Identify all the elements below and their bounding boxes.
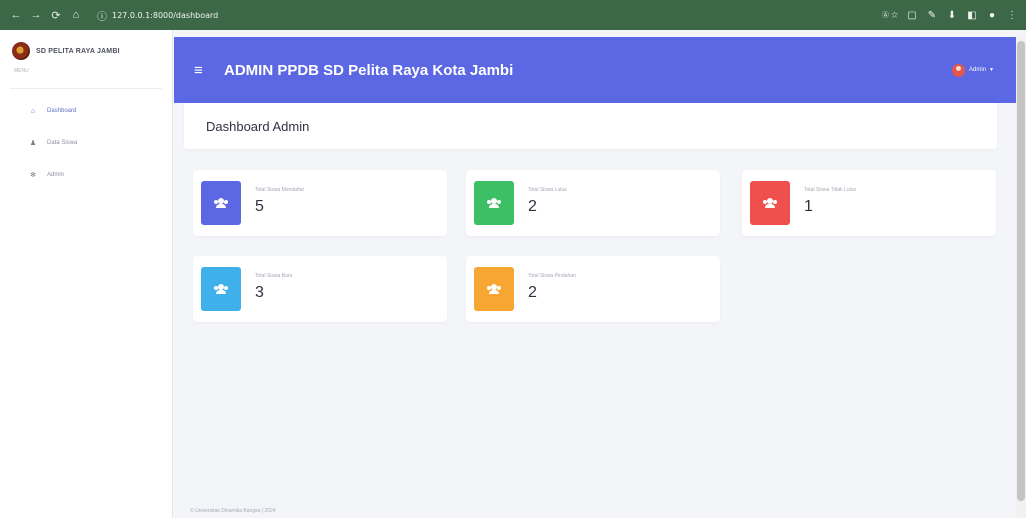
stat-card-total-lulus: Total Siswa Lulus 2 [466, 170, 720, 236]
browser-menu-icon[interactable]: ⋮ [1006, 9, 1018, 21]
users-icon [487, 198, 501, 208]
page-scrollbar[interactable] [1016, 37, 1026, 518]
footer-copyright: © Universitas Dinamika Bangsa | 2024 [190, 508, 276, 514]
download-icon[interactable]: ⬇ [946, 9, 958, 21]
stat-label: Total Siswa Mendaftar [255, 187, 305, 193]
school-logo [12, 42, 30, 60]
user-icon: ♟ [29, 140, 37, 147]
sidebar-brand[interactable]: SD PELITA RAYA JAMBI [0, 30, 172, 60]
stat-icon-box [474, 181, 514, 225]
stat-label: Total Siswa Lulus [528, 187, 567, 193]
users-icon [214, 198, 228, 208]
stat-label: Total Siswa Pindahan [528, 273, 576, 279]
sidebar-item-dashboard[interactable]: ⌂ Dashboard [0, 95, 172, 127]
users-icon [763, 198, 777, 208]
translate-bookmark-icons[interactable]: Ⓐ ☆ [882, 10, 898, 20]
stat-value: 3 [255, 284, 264, 301]
app-title: ADMIN PPDB SD Pelita Raya Kota Jambi [224, 61, 514, 79]
stat-icon-box [474, 267, 514, 311]
stat-value: 5 [255, 198, 264, 215]
chevron-down-icon: ▼ [989, 67, 994, 73]
stat-icon-box [201, 181, 241, 225]
stat-value: 2 [528, 284, 537, 301]
site-info-icon[interactable]: ⓘ [96, 9, 108, 23]
back-icon[interactable]: ← [8, 7, 24, 23]
sidebar-item-label: Data Siswa [47, 140, 78, 146]
forward-icon[interactable]: → [28, 7, 44, 23]
avatar [952, 63, 966, 77]
puzzle-icon[interactable]: ✎ [926, 9, 938, 21]
sidebar-divider [10, 88, 162, 89]
stat-label: Total Siswa Tidak Lulus [804, 187, 856, 193]
sidebar: SD PELITA RAYA JAMBI MENU ⌂ Dashboard ♟ … [0, 30, 173, 518]
home-browser-icon[interactable]: ⌂ [68, 7, 84, 23]
stat-card-total-tidak-lulus: Total Siswa Tidak Lulus 1 [742, 170, 996, 236]
page-header: Dashboard Admin [184, 103, 997, 149]
sidebar-item-label: Dashboard [47, 108, 77, 114]
stat-card-total-mendaftar: Total Siswa Mendaftar 5 [193, 170, 447, 236]
users-icon [214, 284, 228, 294]
sidebar-item-data-siswa[interactable]: ♟ Data Siswa [0, 127, 172, 159]
brand-name: SD PELITA RAYA JAMBI [36, 47, 120, 55]
gear-icon: ✻ [30, 172, 36, 179]
profile-icon[interactable]: ● [986, 9, 998, 21]
stat-card-total-baru: Total Siswa Baru 3 [193, 256, 447, 322]
sidebar-item-admin[interactable]: ✻ Admin [0, 159, 172, 191]
sidebar-item-label: Admin [47, 172, 65, 178]
top-navbar: ≡ ADMIN PPDB SD Pelita Raya Kota Jambi A… [174, 37, 1016, 103]
extension-icon[interactable]: ▢ [906, 9, 918, 21]
address-bar[interactable]: ⓘ 127.0.0.1:8000/dashboard [96, 5, 218, 25]
users-icon [487, 284, 501, 294]
stat-icon-box [201, 267, 241, 311]
user-name: Admin [969, 67, 987, 73]
hamburger-menu-icon[interactable]: ≡ [194, 62, 208, 79]
reload-icon[interactable]: ⟳ [48, 7, 64, 23]
user-dropdown[interactable]: Admin ▼ [952, 63, 994, 77]
browser-toolbar: ← → ⟳ ⌂ ⓘ 127.0.0.1:8000/dashboard Ⓐ ☆ ▢… [0, 0, 1026, 30]
stat-value: 2 [528, 198, 537, 215]
stat-value: 1 [804, 198, 813, 215]
stat-icon-box [750, 181, 790, 225]
scrollbar-thumb[interactable] [1017, 41, 1025, 501]
home-icon: ⌂ [30, 107, 36, 115]
sidepanel-icon[interactable]: ◧ [966, 9, 978, 21]
url-text: 127.0.0.1:8000/dashboard [112, 10, 219, 20]
stat-label: Total Siswa Baru [255, 273, 293, 279]
stat-card-total-pindahan: Total Siswa Pindahan 2 [466, 256, 720, 322]
page-title: Dashboard Admin [206, 118, 310, 134]
menu-heading: MENU [14, 68, 29, 74]
